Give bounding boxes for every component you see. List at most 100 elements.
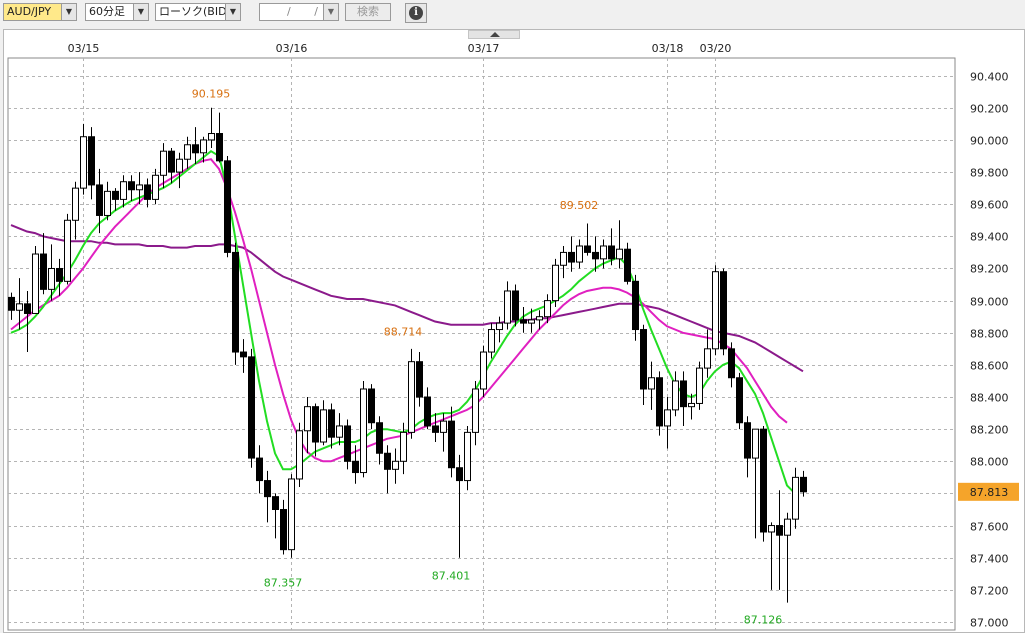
y-tick-label: 88.800 (970, 328, 1009, 341)
candle-up (544, 300, 551, 318)
candle-up (80, 136, 87, 189)
candle-up (784, 518, 791, 536)
candle-down (624, 248, 631, 282)
y-tick-label: 87.200 (970, 585, 1009, 598)
plot-area (7, 57, 956, 631)
x-tick-label: 03/17 (468, 42, 500, 55)
candle-down (352, 460, 359, 474)
candle-up (64, 219, 71, 282)
candle-down (328, 409, 335, 438)
candle-down (456, 467, 463, 482)
y-tick-label: 90.200 (970, 103, 1009, 116)
candle-up (16, 303, 23, 311)
candle-down (144, 184, 151, 200)
candle-down (192, 144, 199, 154)
candle-down (520, 319, 527, 324)
candle-up (672, 380, 679, 411)
y-tick-label: 88.600 (970, 360, 1009, 373)
candle-down (8, 296, 15, 311)
candle-down (224, 160, 231, 253)
candle-down (40, 253, 47, 290)
candle-down (448, 420, 455, 469)
candle-up (440, 420, 447, 433)
y-tick-label: 89.200 (970, 263, 1009, 276)
x-tick-label: 03/20 (700, 42, 732, 55)
candle-down (584, 245, 591, 253)
candle-down (680, 380, 687, 408)
low-price-label: 87.126 (744, 614, 783, 627)
candle-up (464, 431, 471, 482)
candle-down (232, 251, 239, 353)
candle-down (432, 425, 439, 433)
candle-up (200, 139, 207, 154)
candle-down (800, 476, 807, 493)
high-price-label: 89.502 (560, 199, 599, 212)
candle-up (704, 348, 711, 369)
y-tick-label: 88.200 (970, 424, 1009, 437)
x-tick-label: 03/18 (652, 42, 684, 55)
candle-up (576, 245, 583, 263)
candle-up (336, 425, 343, 438)
candle-down (368, 388, 375, 424)
y-tick-label: 89.000 (970, 296, 1009, 309)
candle-down (728, 348, 735, 379)
candle-up (32, 253, 39, 314)
candle-up (408, 361, 415, 433)
candle-down (256, 457, 263, 482)
candle-down (424, 396, 431, 427)
candle-down (312, 406, 319, 443)
y-tick-label: 90.000 (970, 135, 1009, 148)
candle-up (552, 264, 559, 302)
candle-up (712, 271, 719, 350)
candle-up (208, 133, 215, 141)
candle-up (560, 251, 567, 266)
candle-up (304, 406, 311, 432)
candle-up (488, 329, 495, 353)
y-tick-label: 87.600 (970, 521, 1009, 534)
candle-down (384, 452, 391, 470)
candle-down (128, 181, 135, 191)
candle-up (696, 367, 703, 404)
candle-down (112, 190, 119, 200)
candle-up (160, 150, 167, 176)
candle-up (48, 267, 55, 290)
candle-down (608, 245, 615, 260)
candlestick-chart: 90.400 90.200 90.000 89.800 89.600 89.400 89.2… (7, 42, 1019, 631)
candle-down (56, 267, 63, 282)
candle-up (288, 478, 295, 551)
candle-down (720, 271, 727, 350)
candle-up (320, 409, 327, 443)
candle-down (744, 422, 751, 459)
candle-down (344, 425, 351, 462)
x-tick-label: 03/15 (68, 42, 100, 55)
low-price-label: 87.357 (264, 577, 303, 590)
candle-down (24, 303, 31, 314)
low-price-label: 87.401 (432, 570, 471, 583)
candle-down (416, 361, 423, 398)
candle-up (184, 144, 191, 160)
y-tick-label: 87.000 (970, 617, 1009, 630)
candle-down (776, 525, 783, 536)
candle-down (240, 351, 247, 358)
candle-down (376, 422, 383, 454)
candle-up (176, 158, 183, 173)
candle-down (640, 329, 647, 390)
candle-down (272, 496, 279, 510)
candle-down (568, 251, 575, 263)
candle-up (792, 476, 799, 520)
high-price-label: 88.714 (384, 326, 423, 339)
candle-up (392, 460, 399, 470)
candle-down (656, 377, 663, 427)
candle-up (152, 174, 159, 200)
current-price-label: 87.813 (970, 486, 1009, 499)
candle-down (512, 290, 519, 321)
candle-down (216, 133, 223, 162)
candle-down (264, 480, 271, 498)
candle-down (280, 508, 287, 551)
candle-up (536, 316, 543, 321)
candle-down (88, 136, 95, 186)
candle-up (480, 351, 487, 390)
y-tick-label: 89.600 (970, 199, 1009, 212)
candle-up (616, 248, 623, 260)
candle-up (72, 187, 79, 221)
